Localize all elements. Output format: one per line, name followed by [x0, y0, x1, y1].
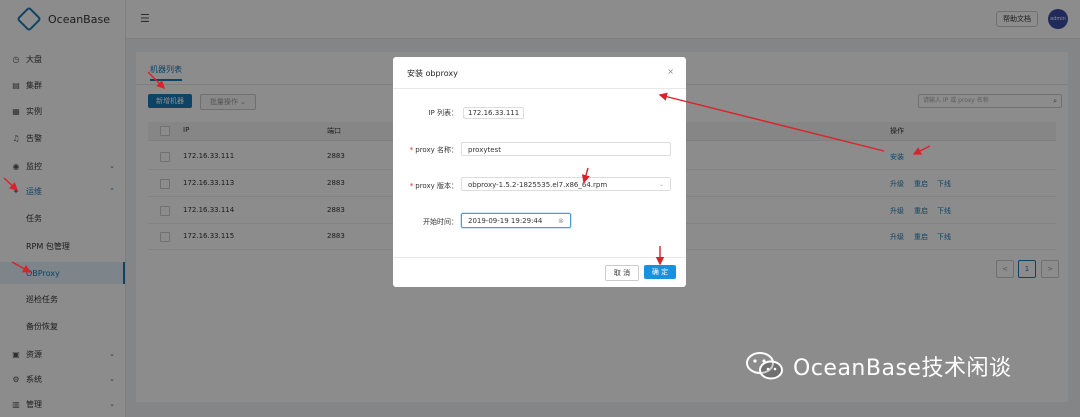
arrow-to-install — [912, 145, 931, 155]
arrow-to-version — [581, 167, 590, 184]
watermark: OceanBase技术闲谈 — [745, 350, 1011, 382]
wechat-icon — [746, 352, 783, 380]
arrow-to-ops — [3, 177, 19, 191]
arrow-to-obproxy — [11, 261, 32, 273]
watermark-text: OceanBase技术闲谈 — [793, 356, 1012, 381]
arrow-install-to-dialog — [658, 92, 885, 152]
arrow-to-tab — [147, 71, 165, 89]
